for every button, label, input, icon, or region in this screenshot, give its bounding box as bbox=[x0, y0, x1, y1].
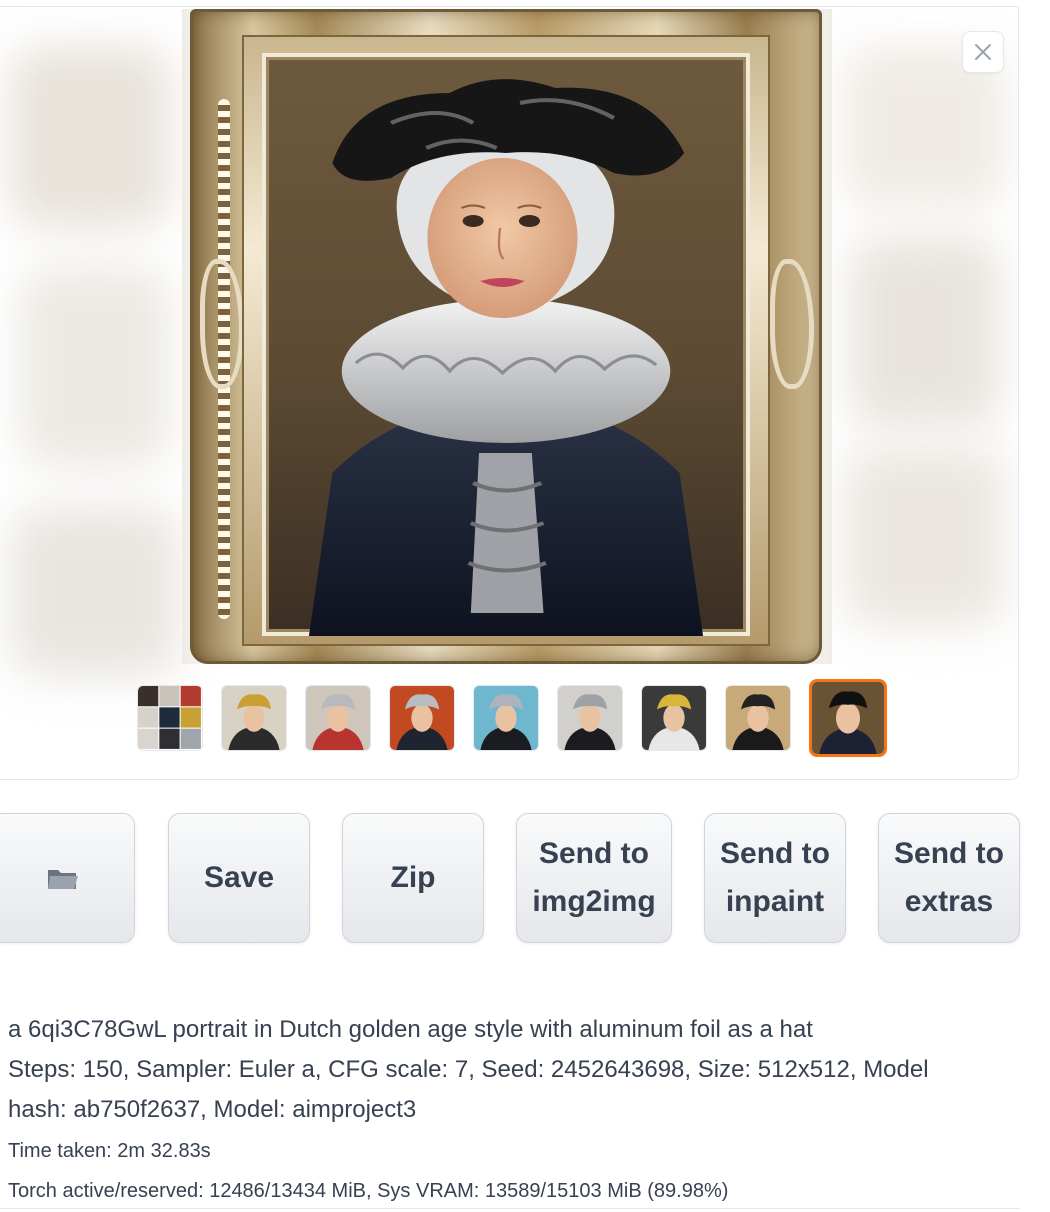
thumbnail-foil-hat-red[interactable] bbox=[305, 685, 371, 751]
close-icon bbox=[975, 44, 991, 60]
thumbnail-framed-dark[interactable] bbox=[725, 685, 791, 751]
thumbnail-grid[interactable] bbox=[137, 685, 203, 751]
thumbnail-tall-foil[interactable] bbox=[557, 685, 623, 751]
painting-canvas bbox=[262, 53, 750, 636]
image-gallery bbox=[0, 6, 1019, 780]
portrait-painting bbox=[308, 79, 704, 636]
vram-usage: Torch active/reserved: 12486/13434 MiB, … bbox=[8, 1180, 729, 1202]
folder-icon bbox=[47, 870, 78, 889]
generation-info: a 6qi3C78GwL portrait in Dutch golden ag… bbox=[8, 1010, 1008, 1206]
thumbnail-gold-hat[interactable] bbox=[221, 685, 287, 751]
divider bbox=[0, 1208, 1020, 1209]
thumbnail-foil-ruff[interactable] bbox=[389, 685, 455, 751]
thumbnail-blue-bg[interactable] bbox=[473, 685, 539, 751]
zip-button[interactable]: Zip bbox=[342, 813, 484, 943]
prompt-text: a 6qi3C78GwL portrait in Dutch golden ag… bbox=[8, 1016, 813, 1043]
thumbnail-strip bbox=[137, 679, 887, 757]
action-buttons: Save Zip Send to img2img Send to inpaint S… bbox=[0, 813, 1050, 945]
thumbnail-gold-crown[interactable] bbox=[641, 685, 707, 751]
send-to-inpaint-button[interactable]: Send to inpaint bbox=[704, 813, 846, 943]
send-to-extras-button[interactable]: Send to extras bbox=[878, 813, 1020, 943]
params-text-line2: hash: ab750f2637, Model: aimproject3 bbox=[8, 1096, 417, 1123]
thumbnail-selected-frame[interactable] bbox=[809, 679, 887, 757]
open-folder-button[interactable] bbox=[0, 813, 135, 943]
selected-image[interactable] bbox=[182, 9, 832, 664]
save-button[interactable]: Save bbox=[168, 813, 310, 943]
params-text-line1: Steps: 150, Sampler: Euler a, CFG scale:… bbox=[8, 1056, 929, 1083]
send-to-img2img-button[interactable]: Send to img2img bbox=[516, 813, 672, 943]
close-button[interactable] bbox=[962, 31, 1004, 73]
time-taken: Time taken: 2m 32.83s bbox=[8, 1140, 211, 1162]
gilded-frame bbox=[190, 9, 822, 664]
